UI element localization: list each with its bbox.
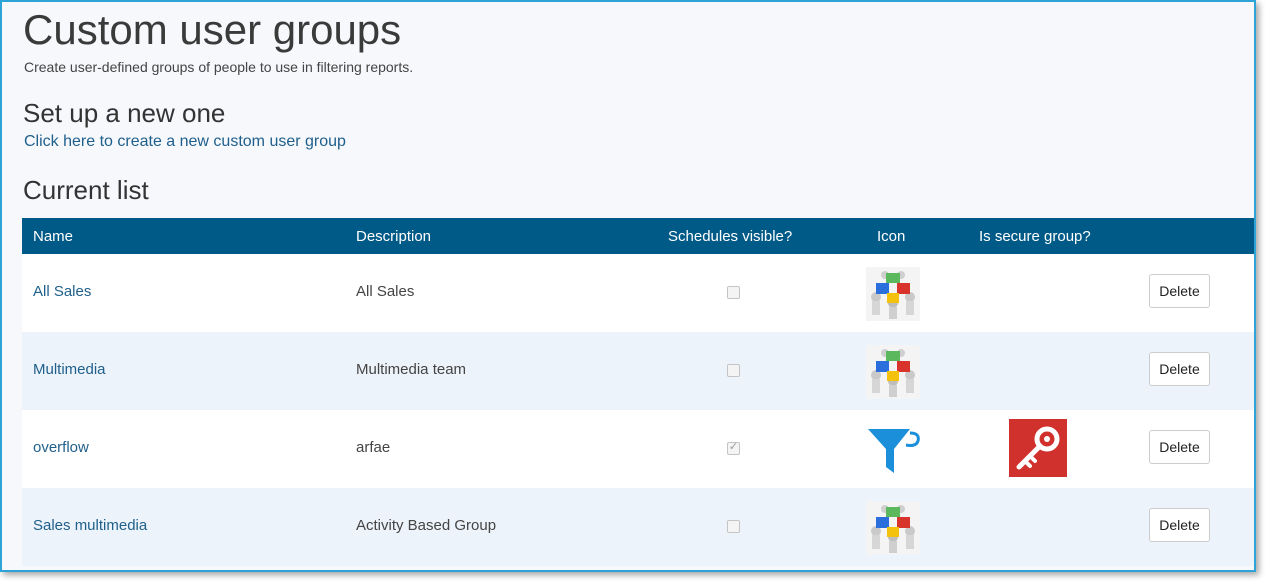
delete-button[interactable]: Delete: [1149, 352, 1210, 386]
table-row: Multimedia Multimedia team Delete: [22, 332, 1254, 410]
groups-table: Name Description Schedules visible? Icon…: [22, 218, 1254, 566]
group-description: Activity Based Group: [356, 517, 497, 534]
column-header-secure: Is secure group?: [979, 228, 1091, 245]
schedules-visible-checkbox: [727, 286, 740, 299]
group-description: arfae: [356, 439, 391, 456]
delete-button[interactable]: Delete: [1149, 274, 1210, 308]
key-icon: [1009, 419, 1067, 477]
page-frame: Custom user groups Create user-defined g…: [0, 0, 1256, 572]
group-description: All Sales: [356, 283, 415, 300]
group-name-link[interactable]: overflow: [33, 439, 89, 456]
table-header: Name Description Schedules visible? Icon…: [22, 218, 1254, 254]
people-puzzle-icon: [866, 501, 920, 555]
group-description: Multimedia team: [356, 361, 467, 378]
table-row: Sales multimedia Activity Based Group De…: [22, 488, 1254, 566]
funnel-icon: [868, 429, 920, 473]
page-title: Custom user groups: [23, 6, 402, 53]
people-puzzle-icon: [866, 345, 920, 399]
checkmark-icon: ✓: [728, 441, 739, 453]
group-name-link[interactable]: All Sales: [33, 283, 91, 300]
schedules-visible-checkbox: [727, 364, 740, 377]
schedules-visible-checkbox: [727, 520, 740, 533]
table-row: overflow arfae ✓ Delete: [22, 410, 1254, 488]
column-header-name: Name: [33, 228, 74, 245]
group-name-link[interactable]: Multimedia: [33, 361, 106, 378]
people-puzzle-icon: [866, 267, 920, 321]
group-name-link[interactable]: Sales multimedia: [33, 517, 147, 534]
setup-heading: Set up a new one: [23, 98, 226, 128]
column-header-description: Description: [356, 228, 432, 245]
page-subtitle: Create user-defined groups of people to …: [24, 59, 414, 75]
schedules-visible-checkbox: ✓: [727, 441, 740, 455]
delete-button[interactable]: Delete: [1149, 508, 1210, 542]
delete-button[interactable]: Delete: [1149, 430, 1210, 464]
column-header-icon: Icon: [877, 228, 906, 245]
table-row: All Sales All Sales Delete: [22, 254, 1254, 332]
create-group-link[interactable]: Click here to create a new custom user g…: [24, 132, 346, 152]
column-header-schedules: Schedules visible?: [668, 228, 793, 245]
current-list-heading: Current list: [23, 175, 149, 205]
